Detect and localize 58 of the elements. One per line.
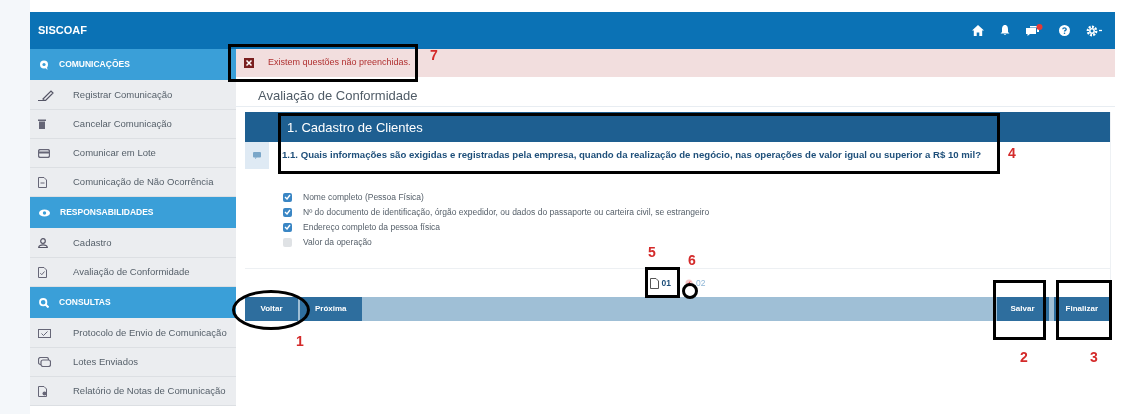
- bell-icon[interactable]: [1000, 25, 1010, 36]
- comment-icon: [253, 152, 261, 159]
- checked-document-icon: [38, 266, 47, 278]
- page-title: Avaliação de Conformidade: [258, 87, 418, 106]
- option-label: Valor da operação: [303, 235, 372, 249]
- option-label: Endereço completo da pessoa física: [303, 220, 441, 234]
- annotation-number: 4: [1008, 146, 1016, 160]
- app-title: SISCOAF: [38, 23, 87, 39]
- home-icon[interactable]: [972, 25, 984, 36]
- user-icon: [38, 238, 48, 248]
- annotation-ellipse: [682, 283, 698, 299]
- envelope-check-icon: [38, 328, 51, 338]
- document-icon: [649, 277, 659, 289]
- section-title: 1. Cadastro de Clientes: [287, 119, 423, 138]
- report-icon: [38, 385, 48, 397]
- checkbox[interactable]: [283, 237, 292, 247]
- trash-icon: [38, 119, 46, 129]
- eye-icon: [39, 208, 50, 217]
- sidebar-item[interactable]: Comunicar em Lote: [30, 139, 236, 168]
- settings-icon[interactable]: [1086, 24, 1103, 37]
- alert-message: Existem questões não preenchidas.: [268, 56, 411, 70]
- annotation-box: [993, 280, 1046, 340]
- annotation-number: 5: [648, 245, 656, 259]
- nav-button[interactable]: Próxima: [300, 297, 362, 321]
- close-icon[interactable]: [244, 58, 254, 68]
- sidebar-item[interactable]: Comunicação de Não Ocorrência: [30, 168, 236, 197]
- sidebar-item[interactable]: Cadastro: [30, 229, 236, 258]
- checkbox[interactable]: [283, 207, 292, 217]
- sidebar-item[interactable]: Protocolo de Envio de Comunicação: [30, 319, 236, 348]
- sidebar-item[interactable]: Lotes Enviados: [30, 348, 236, 377]
- pen-icon: [38, 89, 54, 101]
- checkbox[interactable]: [283, 192, 292, 202]
- annotation-number: 6: [688, 253, 696, 267]
- page-link[interactable]: 01: [649, 276, 671, 290]
- sidebar-item[interactable]: Relatório de Notas de Comunicação: [30, 377, 236, 406]
- chat-icon[interactable]: [1026, 24, 1043, 37]
- sidebar-item[interactable]: Registrar Comunicação: [30, 81, 236, 110]
- annotation-number: 3: [1090, 350, 1098, 364]
- help-icon[interactable]: [1059, 25, 1070, 36]
- checkbox[interactable]: [283, 222, 292, 232]
- annotation-box: [645, 267, 680, 298]
- nav-button[interactable]: Voltar: [245, 297, 298, 321]
- search-icon: [39, 297, 49, 308]
- annotation-box: [1056, 280, 1112, 340]
- comment-icon: [39, 59, 49, 70]
- action-button[interactable]: Salvar: [996, 297, 1049, 321]
- annotation-number: 7: [430, 48, 438, 62]
- sidebar-item[interactable]: Avaliação de Conformidade: [30, 258, 236, 287]
- card-icon: [38, 148, 50, 158]
- action-button[interactable]: Finalizar: [1053, 297, 1110, 321]
- annotation-number: 2: [1020, 350, 1028, 364]
- annotation-number: 1: [296, 334, 304, 348]
- option-label: Nome completo (Pessoa Física): [303, 190, 424, 204]
- sidebar-item[interactable]: Cancelar Comunicação: [30, 110, 236, 139]
- document-icon: [38, 176, 47, 188]
- option-label: Nº do documento de identificação, órgão expedidor, ou dados do passaporte ou carteira civil, se estrangeiro: [303, 205, 710, 219]
- question-text: 1.1. Quais informações são exigidas e registradas pela empresa, quando da realização de negócio, nas operações de valor igual ou superior a R$ 10 mil?: [282, 148, 981, 163]
- stack-icon: [38, 357, 51, 367]
